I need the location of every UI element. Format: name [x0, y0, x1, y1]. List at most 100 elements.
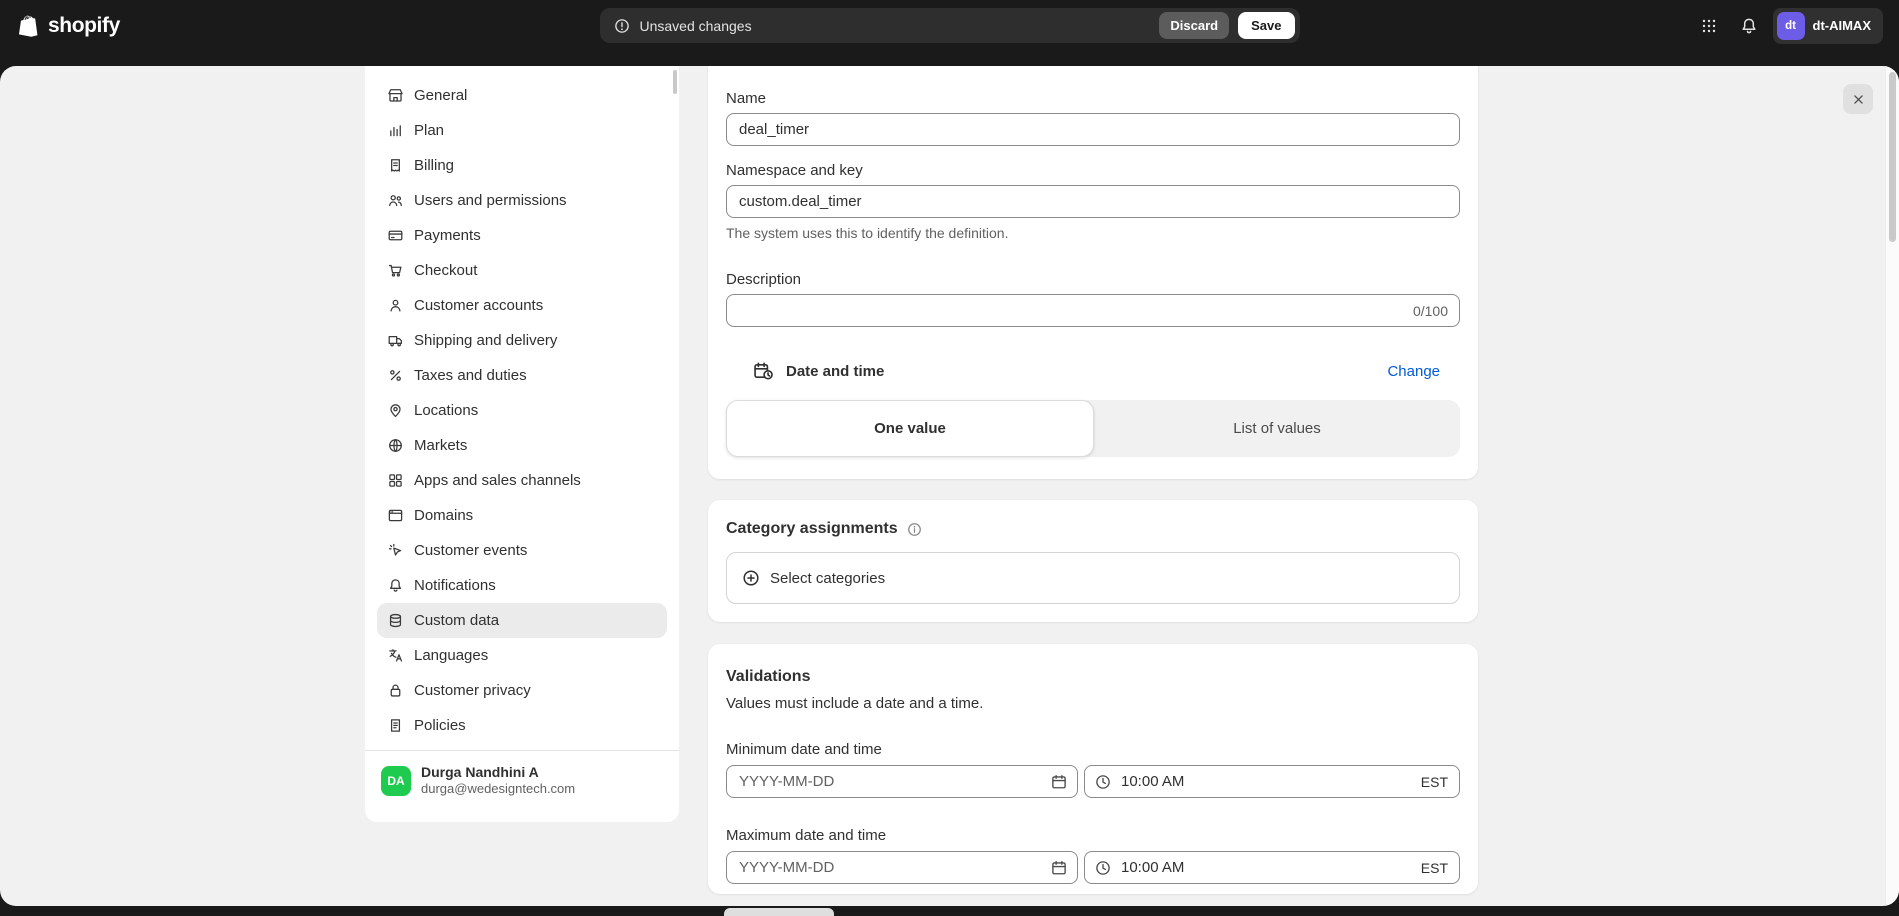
- close-icon: [1850, 91, 1867, 108]
- name-field: [726, 113, 1460, 146]
- user-name: dt-AIMAX: [1813, 18, 1872, 33]
- name-label: Name: [726, 90, 1460, 107]
- calendar-icon: [1050, 859, 1068, 877]
- user-menu[interactable]: dt dt-AIMAX: [1773, 8, 1884, 44]
- plus-circle-icon: [741, 568, 761, 588]
- validations-subtitle: Values must include a date and a time.: [726, 695, 1460, 712]
- users-icon: [387, 192, 404, 209]
- modal-scrollbar[interactable]: [1885, 66, 1899, 906]
- sidebar-item-domains[interactable]: Domains: [377, 498, 667, 533]
- account-text: Durga Nandhini A durga@wedesigntech.com: [421, 763, 575, 798]
- sidebar-item-billing[interactable]: Billing: [377, 148, 667, 183]
- definition-card: Name Namespace and key The system uses t…: [708, 66, 1478, 479]
- locations-icon: [387, 402, 404, 419]
- content-type-row: Date and time Change: [726, 360, 1460, 382]
- sidebar-item-policies[interactable]: Policies: [377, 708, 667, 743]
- calendar-clock-icon: [752, 360, 774, 382]
- alert-icon: [613, 17, 631, 35]
- customer-privacy-icon: [387, 682, 404, 699]
- sidebar-item-languages[interactable]: Languages: [377, 638, 667, 673]
- top-bar: shopify Unsaved changes Discard Save dt …: [0, 0, 1899, 51]
- settings-sidebar: General Plan Billing Users and permissio…: [365, 66, 679, 822]
- sidebar-item-checkout[interactable]: Checkout: [377, 253, 667, 288]
- validations-title: Validations: [726, 668, 1460, 686]
- sidebar-item-users-and-permissions[interactable]: Users and permissions: [377, 183, 667, 218]
- description-input[interactable]: [726, 294, 1460, 327]
- namespace-input[interactable]: [726, 185, 1460, 218]
- value-mode-toggle: One value List of values: [726, 400, 1460, 457]
- modal-scrollbar-thumb[interactable]: [1889, 72, 1896, 242]
- customer-accounts-icon: [387, 297, 404, 314]
- list-of-values-option[interactable]: List of values: [1094, 400, 1460, 457]
- info-icon[interactable]: [906, 521, 923, 538]
- sidebar-item-customer-accounts[interactable]: Customer accounts: [377, 288, 667, 323]
- maximum-date-time-label: Maximum date and time: [726, 827, 1460, 844]
- select-categories-button[interactable]: Select categories: [726, 552, 1460, 604]
- sidebar-item-taxes-and-duties[interactable]: Taxes and duties: [377, 358, 667, 393]
- discard-button[interactable]: Discard: [1159, 12, 1229, 39]
- sidebar-item-shipping-and-delivery[interactable]: Shipping and delivery: [377, 323, 667, 358]
- settings-modal: General Plan Billing Users and permissio…: [0, 66, 1899, 906]
- account-avatar: DA: [381, 766, 411, 796]
- sidebar-item-locations[interactable]: Locations: [377, 393, 667, 428]
- maximum-time-input[interactable]: [1084, 851, 1460, 884]
- description-label: Description: [726, 271, 1460, 288]
- calendar-icon: [1050, 773, 1068, 791]
- save-button[interactable]: Save: [1238, 12, 1294, 39]
- account-name: Durga Nandhini A: [421, 763, 575, 781]
- sidebar-item-markets[interactable]: Markets: [377, 428, 667, 463]
- unsaved-changes-text: Unsaved changes: [640, 18, 752, 34]
- apps-grid-button[interactable]: [1693, 10, 1725, 42]
- languages-icon: [387, 647, 404, 664]
- sidebar-item-payments[interactable]: Payments: [377, 218, 667, 253]
- minimum-date-input[interactable]: [726, 765, 1078, 798]
- minimum-date-time-label: Minimum date and time: [726, 741, 1460, 758]
- description-field: 0/100: [726, 294, 1460, 327]
- namespace-field: [726, 185, 1460, 218]
- shipping-icon: [387, 332, 404, 349]
- minimum-timezone-label: EST: [1421, 774, 1448, 790]
- name-input[interactable]: [726, 113, 1460, 146]
- shopify-logo[interactable]: shopify: [16, 12, 120, 39]
- minimum-date-field: [726, 765, 1078, 798]
- sidebar-item-apps-and-sales-channels[interactable]: Apps and sales channels: [377, 463, 667, 498]
- taxes-icon: [387, 367, 404, 384]
- store-icon: [387, 87, 404, 104]
- sidebar-item-plan[interactable]: Plan: [377, 113, 667, 148]
- bell-icon: [1739, 16, 1759, 36]
- namespace-label: Namespace and key: [726, 162, 1460, 179]
- select-categories-label: Select categories: [770, 570, 885, 587]
- shopify-bag-icon: [16, 12, 43, 39]
- maximum-date-input[interactable]: [726, 851, 1078, 884]
- user-avatar: dt: [1777, 12, 1805, 40]
- clock-icon: [1094, 773, 1112, 791]
- notifications-button[interactable]: [1733, 10, 1765, 42]
- customer-events-icon: [387, 542, 404, 559]
- sidebar-item-general[interactable]: General: [377, 78, 667, 113]
- close-button[interactable]: [1843, 84, 1873, 114]
- maximum-date-field: [726, 851, 1078, 884]
- account-email: durga@wedesigntech.com: [421, 781, 575, 798]
- policies-icon: [387, 717, 404, 734]
- content-type-label: Date and time: [786, 363, 884, 380]
- sidebar-item-customer-events[interactable]: Customer events: [377, 533, 667, 568]
- one-value-option[interactable]: One value: [726, 400, 1094, 457]
- sidebar-scrollbar-thumb[interactable]: [673, 70, 677, 94]
- billing-icon: [387, 157, 404, 174]
- apps-grid-icon: [1699, 16, 1719, 36]
- shopify-wordmark: shopify: [48, 14, 120, 38]
- minimum-time-field: EST: [1084, 765, 1460, 798]
- category-assignments-card: Category assignments Select categories: [708, 500, 1478, 622]
- maximum-timezone-label: EST: [1421, 860, 1448, 876]
- minimum-time-input[interactable]: [1084, 765, 1460, 798]
- domains-icon: [387, 507, 404, 524]
- change-type-link[interactable]: Change: [1387, 363, 1440, 380]
- markets-icon: [387, 437, 404, 454]
- sidebar-item-notifications[interactable]: Notifications: [377, 568, 667, 603]
- plan-icon: [387, 122, 404, 139]
- category-assignments-title: Category assignments: [726, 520, 898, 538]
- sidebar-item-custom-data[interactable]: Custom data: [377, 603, 667, 638]
- account-info: DA Durga Nandhini A durga@wedesigntech.c…: [365, 751, 679, 810]
- sidebar-item-customer-privacy[interactable]: Customer privacy: [377, 673, 667, 708]
- partially-visible-element: [724, 908, 834, 916]
